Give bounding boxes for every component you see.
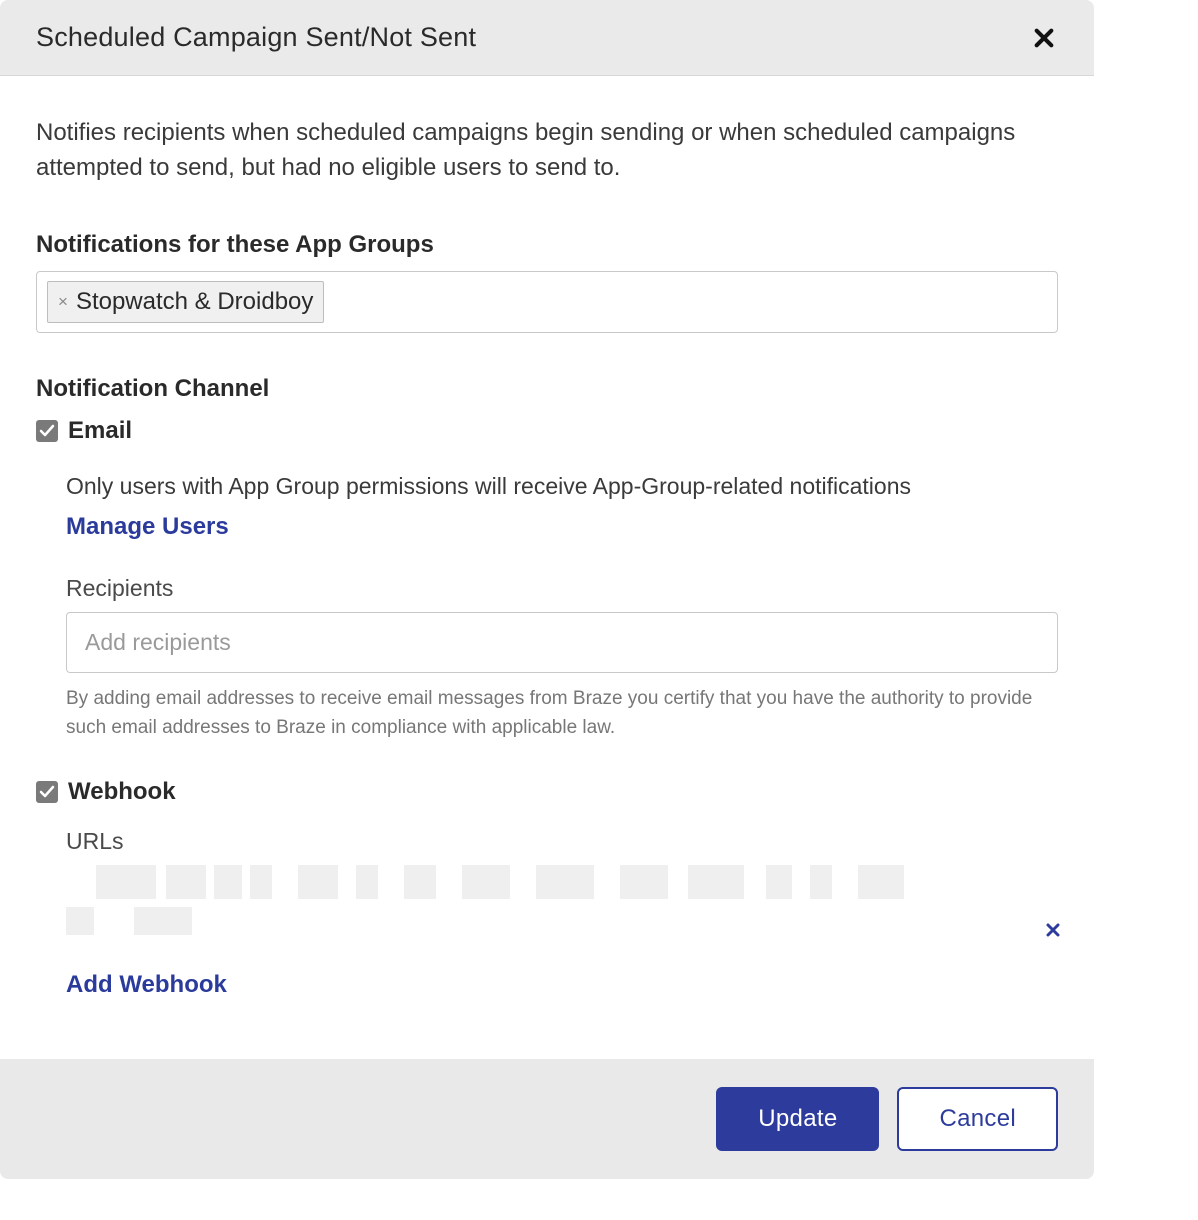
remove-webhook-icon[interactable]	[1042, 919, 1060, 937]
webhook-label: Webhook	[68, 778, 176, 806]
email-checkbox-row: Email	[36, 417, 1058, 445]
close-icon[interactable]	[1030, 24, 1058, 52]
email-label: Email	[68, 417, 132, 445]
webhook-url-redacted	[66, 865, 1058, 935]
webhook-checkbox[interactable]	[36, 781, 58, 803]
app-group-tag: × Stopwatch & Droidboy	[47, 281, 324, 323]
recipients-input[interactable]	[66, 612, 1058, 673]
dialog-body: Notifies recipients when scheduled campa…	[0, 76, 1094, 1059]
dialog-header: Scheduled Campaign Sent/Not Sent	[0, 0, 1094, 76]
update-button[interactable]: Update	[716, 1087, 879, 1151]
webhook-body: URLs	[36, 828, 1058, 999]
email-checkbox[interactable]	[36, 420, 58, 442]
email-section: Only users with App Group permissions wi…	[36, 469, 1058, 743]
app-groups-input[interactable]: × Stopwatch & Droidboy	[36, 271, 1058, 333]
urls-label: URLs	[66, 828, 1058, 855]
dialog-title: Scheduled Campaign Sent/Not Sent	[36, 22, 476, 53]
webhook-section: Webhook URLs	[36, 778, 1058, 999]
notification-channel-label: Notification Channel	[36, 375, 1058, 403]
cancel-button[interactable]: Cancel	[897, 1087, 1058, 1151]
add-webhook-link[interactable]: Add Webhook	[66, 971, 227, 999]
dialog-description: Notifies recipients when scheduled campa…	[36, 116, 1058, 186]
app-group-tag-label: Stopwatch & Droidboy	[76, 288, 313, 316]
recipients-note: By adding email addresses to receive ema…	[66, 685, 1058, 742]
dialog-footer: Update Cancel	[0, 1059, 1094, 1179]
dialog: Scheduled Campaign Sent/Not Sent Notifie…	[0, 0, 1094, 1179]
recipients-label: Recipients	[66, 575, 1058, 602]
email-helper-text: Only users with App Group permissions wi…	[66, 469, 1058, 504]
manage-users-link[interactable]: Manage Users	[66, 513, 229, 541]
remove-tag-icon[interactable]: ×	[58, 293, 68, 310]
webhook-checkbox-row: Webhook	[36, 778, 1058, 806]
app-groups-label: Notifications for these App Groups	[36, 231, 1058, 259]
